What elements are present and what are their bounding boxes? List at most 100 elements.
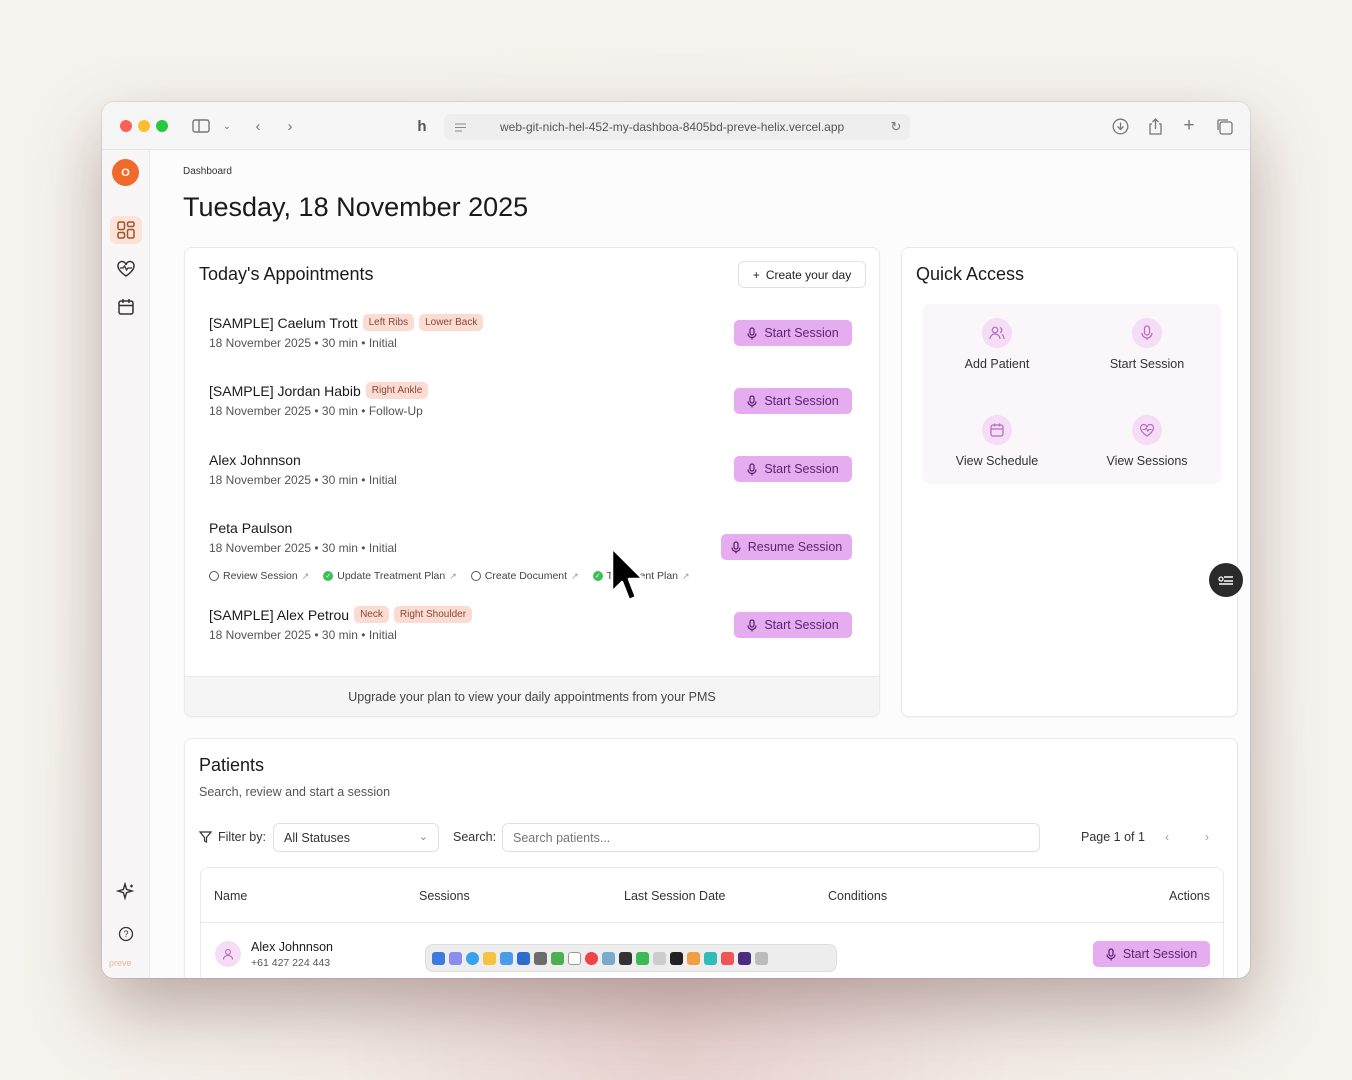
heart-pulse-icon[interactable] <box>110 255 142 283</box>
task-done-icon: ✓ <box>592 571 603 581</box>
notion-app-icon[interactable] <box>568 951 581 965</box>
svg-text:?: ? <box>123 929 128 939</box>
column-header-last-session-date[interactable]: Last Session Date <box>624 889 725 903</box>
patients-subtitle: Search, review and start a session <box>199 785 391 799</box>
start-session-button[interactable]: Start Session <box>734 320 852 346</box>
calendar-icon[interactable] <box>110 293 142 321</box>
column-header-name[interactable]: Name <box>214 889 247 903</box>
minimize-window-button[interactable] <box>138 120 150 132</box>
task-pending-icon <box>470 571 481 581</box>
quick-start-session-button[interactable]: Start Session <box>1072 318 1222 371</box>
filter-label: Filter by: <box>199 830 266 844</box>
dashboard-icon[interactable] <box>110 216 142 244</box>
appointment-name: Peta Paulson <box>209 520 293 536</box>
upgrade-banner[interactable]: Upgrade your plan to view your daily app… <box>185 676 879 716</box>
avatar <box>215 941 241 967</box>
external-link-icon: ↗ <box>301 570 310 581</box>
share-icon[interactable] <box>1145 116 1165 136</box>
start-session-button[interactable]: Start Session <box>734 388 852 414</box>
condition-tag: Neck <box>354 606 389 623</box>
brand-wordmark: preve <box>109 958 132 968</box>
column-header-conditions[interactable]: Conditions <box>828 889 887 903</box>
floating-menu-button[interactable] <box>1209 563 1243 597</box>
sidebar-toggle-icon[interactable] <box>191 116 211 136</box>
next-page-button[interactable]: › <box>1195 825 1219 849</box>
start-session-label: Start Session <box>764 326 839 340</box>
status-filter-select[interactable]: All Statuses ⌄ <box>273 823 439 852</box>
search-input[interactable] <box>502 823 1040 852</box>
filter-icon <box>199 831 212 843</box>
patients-title: Patients <box>199 755 265 775</box>
column-header-sessions[interactable]: Sessions <box>419 889 470 903</box>
quick-access-label: Add Patient <box>964 357 1030 371</box>
task-update-treatment-plan[interactable]: ✓ Update Treatment Plan ↗ <box>323 570 457 582</box>
preview-app-icon[interactable] <box>653 951 666 965</box>
app-icon[interactable] <box>721 951 734 965</box>
start-session-button[interactable]: Start Session <box>734 456 852 482</box>
mail-app-icon[interactable] <box>500 951 513 965</box>
zoom-window-button[interactable] <box>156 120 168 132</box>
external-link-icon: ↗ <box>571 570 579 581</box>
safari-app-icon[interactable] <box>466 951 479 965</box>
tab-overview-icon[interactable] <box>1214 116 1234 136</box>
slack-app-icon[interactable] <box>602 951 615 965</box>
close-window-button[interactable] <box>120 120 132 132</box>
whatsapp-app-icon[interactable] <box>636 951 649 965</box>
appointments-title: Today's Appointments <box>199 264 374 284</box>
patient-phone: +61 427 224 443 <box>251 957 331 969</box>
app-icon[interactable] <box>687 951 700 965</box>
address-bar[interactable]: web-git-nich-hel-452-my-dashboa-8405bd-p… <box>444 114 910 140</box>
quick-access-label: View Sessions <box>1106 454 1188 468</box>
search-label: Search: <box>453 830 497 844</box>
condition-tag: Left Ribs <box>362 314 415 331</box>
app-icon[interactable] <box>704 951 717 965</box>
view-schedule-button[interactable]: View Schedule <box>922 415 1072 468</box>
trash-icon[interactable] <box>755 951 768 965</box>
terminal-app-icon[interactable] <box>619 951 632 965</box>
quick-access-grid: Add Patient Start Session View Schedule <box>922 304 1222 484</box>
finder-app-icon[interactable] <box>432 951 445 965</box>
filter-label-text: Filter by: <box>218 830 266 844</box>
figma-app-icon[interactable] <box>670 951 683 965</box>
mic-icon <box>747 462 757 475</box>
chrome-app-icon[interactable] <box>585 951 598 965</box>
back-icon[interactable]: ‹ <box>248 116 268 136</box>
breadcrumb[interactable]: Dashboard <box>183 166 232 177</box>
task-create-document[interactable]: Create Document ↗ <box>470 570 579 582</box>
column-header-actions: Actions <box>1169 889 1210 903</box>
new-tab-icon[interactable]: + <box>1179 115 1199 136</box>
table-header: Name Sessions Last Session Date Conditio… <box>201 868 1223 923</box>
view-sessions-button[interactable]: View Sessions <box>1072 415 1222 468</box>
plus-icon: + <box>752 267 760 282</box>
help-icon[interactable]: ? <box>110 920 142 948</box>
appointment-name: Alex Johnnson <box>209 452 301 468</box>
settings-app-icon[interactable] <box>534 951 547 965</box>
app-store-icon[interactable] <box>517 951 530 965</box>
start-session-button[interactable]: Start Session <box>1093 941 1210 967</box>
add-patient-button[interactable]: Add Patient <box>922 318 1072 371</box>
download-icon[interactable] <box>1110 116 1130 136</box>
sparkle-icon[interactable] <box>110 878 142 906</box>
prev-page-button[interactable]: ‹ <box>1155 825 1179 849</box>
app-logo[interactable]: O <box>112 159 139 186</box>
mic-icon <box>731 540 741 553</box>
app-icon[interactable] <box>738 951 751 965</box>
start-session-button[interactable]: Start Session <box>734 612 852 638</box>
start-session-label: Start Session <box>764 618 839 632</box>
patients-card: Patients Search, review and start a sess… <box>184 738 1238 978</box>
task-review-session[interactable]: Review Session ↗ <box>209 570 309 582</box>
create-your-day-label: Create your day <box>765 267 852 282</box>
resume-session-button[interactable]: Resume Session <box>721 534 852 560</box>
notes-app-icon[interactable] <box>483 951 496 965</box>
mic-icon <box>747 394 757 407</box>
create-your-day-button[interactable]: + Create your day <box>738 261 866 288</box>
page-info: Page 1 of 1 <box>1081 830 1145 844</box>
messages-app-icon[interactable] <box>551 951 564 965</box>
mic-icon <box>1132 318 1162 348</box>
reload-icon[interactable]: ↻ <box>886 117 906 137</box>
chevron-down-icon[interactable]: ⌄ <box>217 116 237 136</box>
page-settings-icon[interactable] <box>450 117 470 137</box>
calendar-icon <box>982 415 1012 445</box>
launchpad-app-icon[interactable] <box>449 951 462 965</box>
forward-icon[interactable]: › <box>280 116 300 136</box>
